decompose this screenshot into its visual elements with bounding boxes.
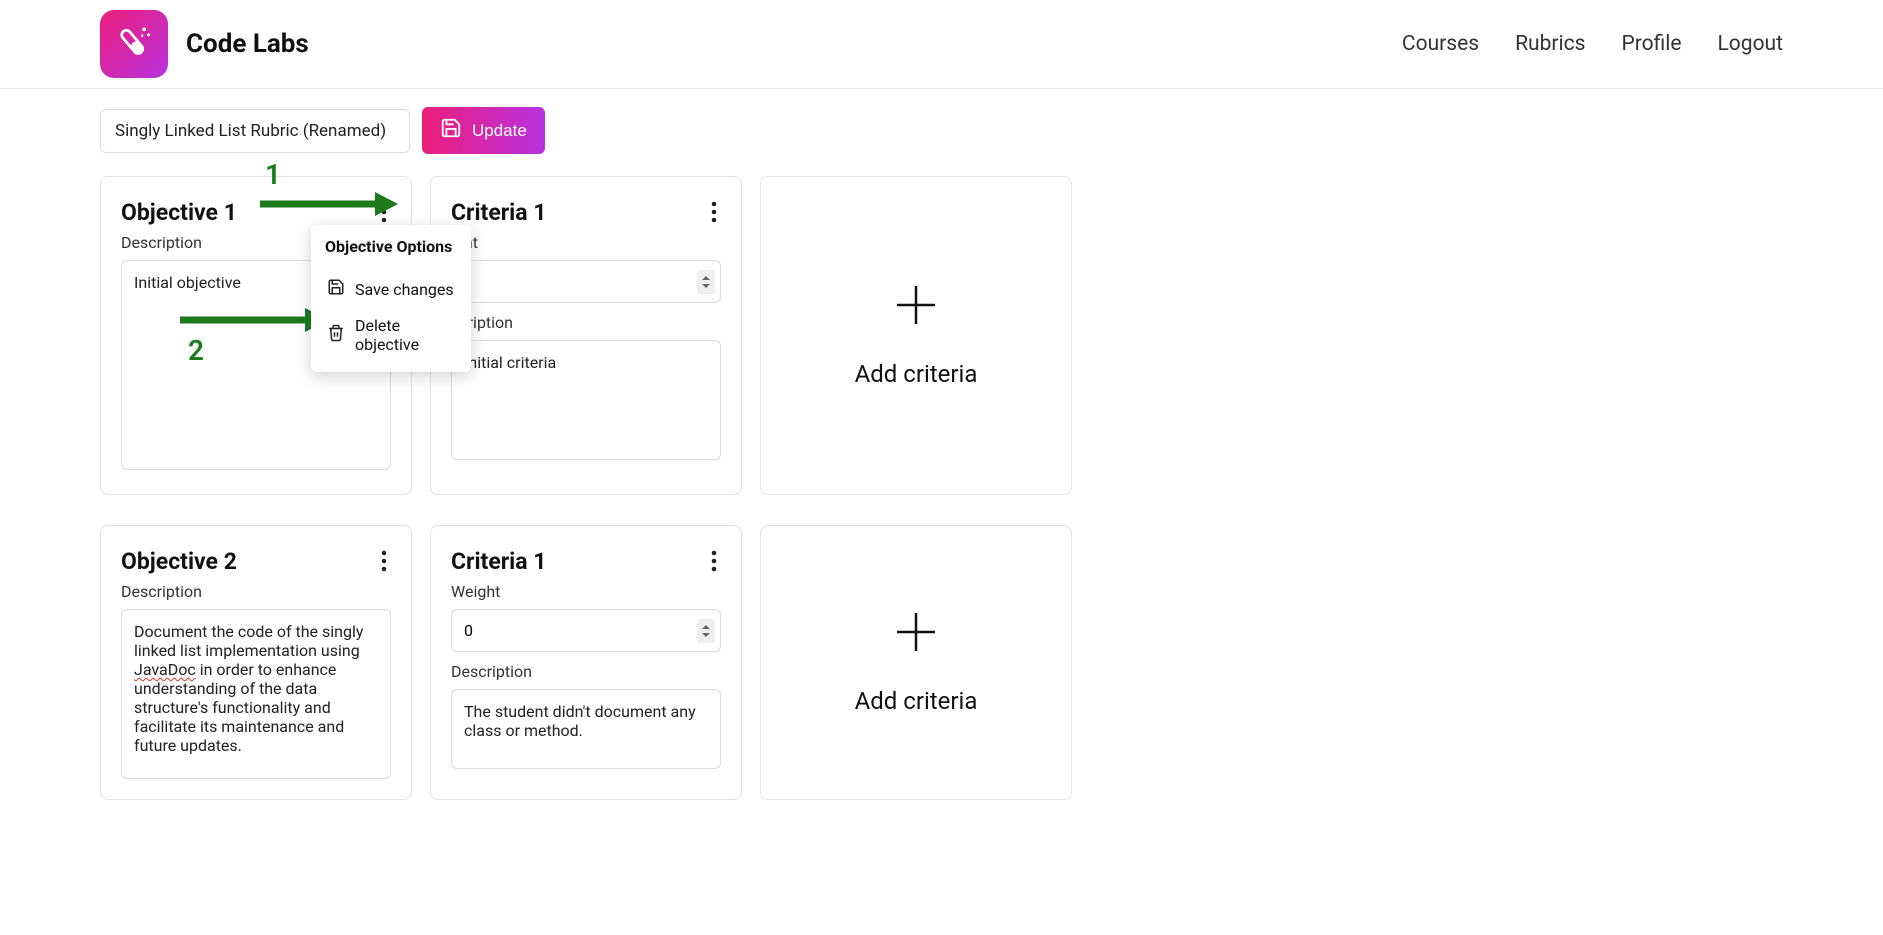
update-button[interactable]: Update	[422, 107, 545, 154]
more-vertical-icon	[711, 550, 717, 572]
objective-2-title: Objective 2	[121, 548, 237, 575]
criteria-1-1-card: Criteria 1 ight scription	[430, 176, 742, 495]
objective-2-card: Objective 2 Description Document the cod…	[100, 525, 412, 800]
nav-profile[interactable]: Profile	[1621, 32, 1681, 56]
add-criteria-1-button[interactable]: Add criteria	[760, 176, 1072, 495]
criteria-2-1-desc-input[interactable]	[451, 689, 721, 769]
popup-delete-objective[interactable]: Delete objective	[325, 308, 457, 362]
row-1: Objective 1 Description Objective Option…	[100, 176, 1783, 495]
criteria-1-1-desc-label: scription	[451, 313, 721, 332]
popup-header: Objective Options	[325, 237, 457, 256]
plus-icon	[895, 611, 937, 657]
objective-2-desc-input[interactable]: Document the code of the singly linked l…	[121, 609, 391, 779]
criteria-1-1-weight-label: ight	[451, 233, 721, 252]
objective-2-desc-label: Description	[121, 582, 391, 601]
add-criteria-2-label: Add criteria	[855, 687, 978, 715]
save-icon	[327, 278, 345, 300]
annotation-number-1: 1	[265, 158, 281, 191]
criteria-2-1-weight-input[interactable]	[451, 609, 721, 652]
brand: Code Labs	[100, 10, 309, 78]
objective-options-popup: Objective Options Save changes Delete ob…	[311, 225, 471, 372]
criteria-1-1-desc-input[interactable]	[451, 340, 721, 460]
popup-delete-label: Delete objective	[355, 316, 455, 354]
popup-save-changes[interactable]: Save changes	[325, 270, 457, 308]
logo-icon	[100, 10, 168, 78]
rubric-name-input[interactable]: Singly Linked List Rubric (Renamed)	[100, 109, 410, 153]
objective-1-card: Objective 1 Description Objective Option…	[100, 176, 412, 495]
criteria-1-1-title: Criteria 1	[451, 199, 547, 226]
brand-name: Code Labs	[186, 29, 309, 59]
criteria-1-1-options-button[interactable]	[707, 197, 721, 227]
plus-icon	[895, 284, 937, 330]
annotation-arrow-2	[180, 306, 330, 334]
objective-2-options-button[interactable]	[377, 546, 391, 576]
criteria-2-1-options-button[interactable]	[707, 546, 721, 576]
nav-courses[interactable]: Courses	[1402, 32, 1479, 56]
row-2: Objective 2 Description Document the cod…	[100, 525, 1783, 800]
annotation-arrow-1	[260, 190, 400, 218]
nav-rubrics[interactable]: Rubrics	[1515, 32, 1585, 56]
more-vertical-icon	[381, 550, 387, 572]
save-icon	[440, 117, 462, 144]
update-label: Update	[472, 121, 527, 141]
nav-logout[interactable]: Logout	[1717, 32, 1783, 56]
weight-spinner-icon[interactable]	[697, 270, 715, 294]
header: Code Labs Courses Rubrics Profile Logout	[0, 0, 1883, 89]
criteria-2-1-card: Criteria 1 Weight Description	[430, 525, 742, 800]
criteria-2-1-weight-label: Weight	[451, 582, 721, 601]
annotation-number-2: 2	[188, 334, 204, 367]
more-vertical-icon	[711, 201, 717, 223]
criteria-2-1-desc-label: Description	[451, 662, 721, 681]
board: 1 2 Objective 1 Description	[100, 176, 1783, 800]
weight-spinner-icon[interactable]	[697, 619, 715, 643]
add-criteria-1-label: Add criteria	[855, 360, 978, 388]
popup-save-label: Save changes	[355, 280, 454, 299]
nav: Courses Rubrics Profile Logout	[1402, 32, 1783, 56]
criteria-2-1-title: Criteria 1	[451, 548, 547, 575]
add-criteria-2-button[interactable]: Add criteria	[760, 525, 1072, 800]
toolbar: Singly Linked List Rubric (Renamed) Upda…	[100, 107, 1783, 154]
objective-1-title: Objective 1	[121, 199, 237, 226]
criteria-1-1-weight-input[interactable]	[451, 260, 721, 303]
trash-icon	[327, 324, 345, 346]
